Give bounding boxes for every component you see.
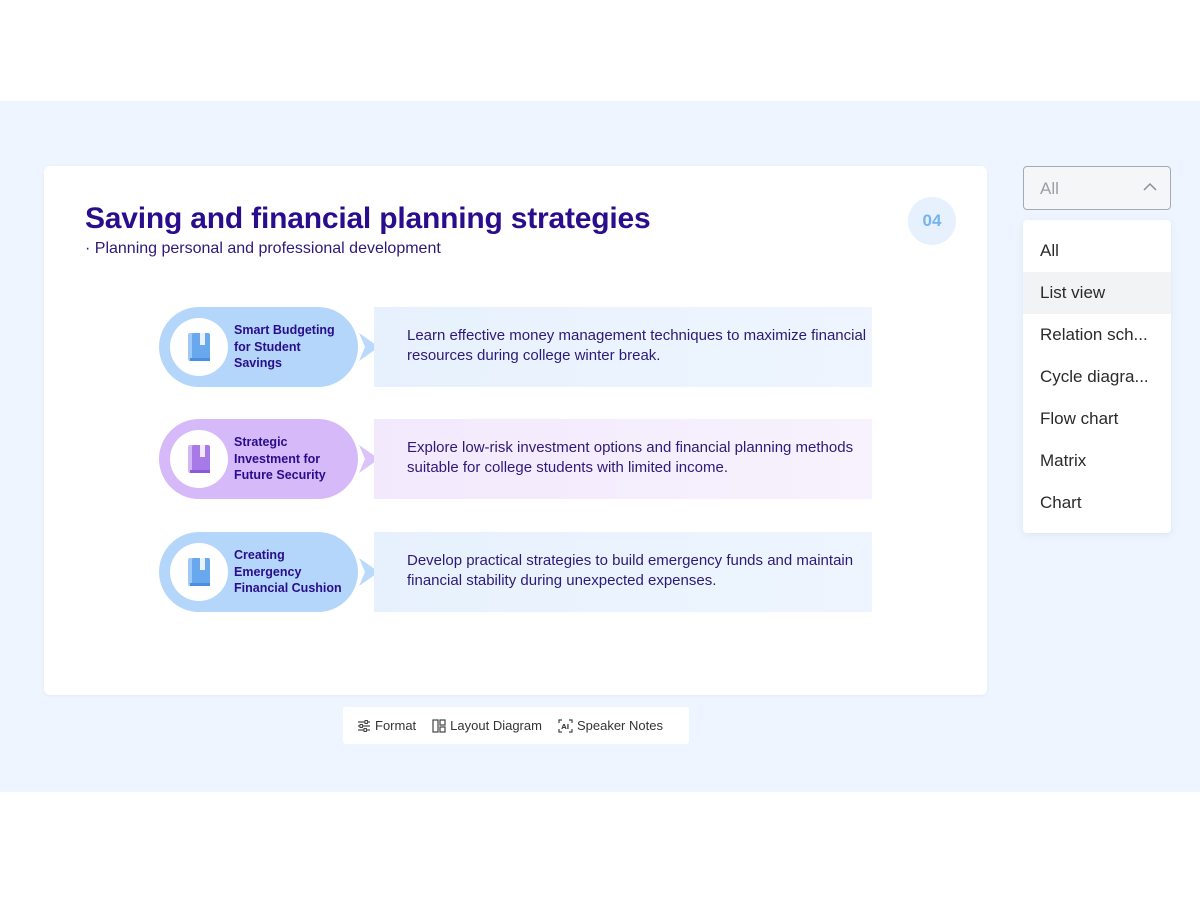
list-item: Smart Budgeting for Student Savings Lear… [159, 307, 872, 387]
page-number-badge: 04 [908, 197, 956, 245]
item-title: Smart Budgeting for Student Savings [234, 323, 335, 370]
item-pill: Smart Budgeting for Student Savings [159, 307, 358, 387]
book-icon [188, 558, 210, 586]
slide-subtitle: · Planning personal and professional dev… [85, 240, 441, 257]
layout-icon [432, 718, 446, 733]
svg-text:AI: AI [561, 723, 569, 731]
speaker-notes-label: Speaker Notes [576, 718, 663, 733]
menu-item-chart[interactable]: Chart [1023, 482, 1171, 524]
icon-badge [170, 430, 228, 488]
item-pill: Creating Emergency Financial Cushion [159, 532, 358, 612]
format-label: Format [375, 718, 417, 733]
book-icon [188, 445, 210, 473]
item-description: Develop practical strategies to build em… [374, 532, 872, 612]
icon-badge [170, 543, 228, 601]
menu-item-matrix[interactable]: Matrix [1023, 440, 1171, 482]
slide-canvas[interactable]: Saving and financial planning strategies… [44, 166, 987, 695]
layout-filter-menu: All List view Relation sch... Cycle diag… [1023, 220, 1171, 533]
book-icon [188, 333, 210, 361]
item-pill: Strategic Investment for Future Security [159, 419, 358, 499]
sliders-icon [358, 719, 370, 732]
slide-toolbar: Format Layout Diagram AI Speaker Notes [343, 707, 689, 744]
icon-badge [170, 318, 228, 376]
list-item: Strategic Investment for Future Security… [159, 419, 872, 499]
layout-diagram-label: Layout Diagram [450, 718, 542, 733]
speaker-notes-button[interactable]: AI Speaker Notes [558, 718, 663, 733]
slide-title: Saving and financial planning strategies [85, 202, 651, 235]
format-button[interactable]: Format [357, 718, 416, 733]
menu-item-all[interactable]: All [1023, 230, 1171, 272]
layout-diagram-button[interactable]: Layout Diagram [432, 718, 542, 733]
select-value: All [1040, 179, 1059, 198]
item-description: Explore low-risk investment options and … [374, 419, 872, 499]
list-item: Creating Emergency Financial Cushion Dev… [159, 532, 872, 612]
menu-item-cycle-diagram[interactable]: Cycle diagra... [1023, 356, 1171, 398]
menu-item-list-view[interactable]: List view [1023, 272, 1171, 314]
layout-filter-select[interactable]: All [1023, 166, 1171, 210]
item-title: Strategic Investment for Future Security [234, 435, 326, 482]
item-title: Creating Emergency Financial Cushion [234, 548, 342, 595]
item-description: Learn effective money management techniq… [374, 307, 872, 387]
chevron-up-icon [1143, 182, 1157, 191]
menu-item-flow-chart[interactable]: Flow chart [1023, 398, 1171, 440]
menu-item-relation-schema[interactable]: Relation sch... [1023, 314, 1171, 356]
ai-notes-icon: AI [558, 718, 573, 733]
